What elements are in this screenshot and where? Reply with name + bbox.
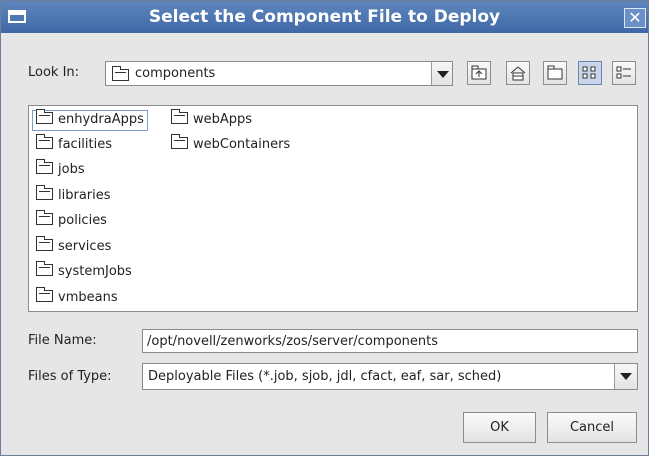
look-in-value: components [135, 66, 216, 81]
file-item-systemjobs[interactable]: systemJobs [32, 261, 136, 283]
up-one-level-button[interactable] [467, 61, 491, 85]
home-icon [510, 66, 526, 81]
details-view-icon [616, 66, 631, 79]
new-folder-icon [547, 65, 563, 80]
folder-icon [171, 134, 188, 149]
folder-icon [36, 109, 53, 124]
ok-button[interactable]: OK [463, 412, 536, 443]
file-name-input[interactable] [143, 330, 637, 352]
file-item-facilities[interactable]: facilities [32, 134, 116, 156]
home-button[interactable] [506, 61, 530, 85]
file-item-services[interactable]: services [32, 236, 115, 258]
close-button[interactable]: ✕ [624, 8, 646, 28]
folder-icon [36, 261, 53, 276]
file-type-value: Deployable Files (*.job, sjob, jdl, cfac… [148, 369, 502, 384]
list-view-icon [582, 66, 596, 79]
file-item-webcontainers[interactable]: webContainers [167, 134, 294, 156]
folder-icon [36, 185, 53, 200]
file-item-vmbeans[interactable]: vmbeans [32, 287, 122, 309]
file-name-field[interactable] [142, 329, 638, 353]
folder-icon [36, 236, 53, 251]
file-type-label: Files of Type: [28, 369, 112, 384]
file-chooser-dialog: Select the Component File to Deploy ✕ Lo… [0, 0, 649, 456]
up-one-level-icon [471, 65, 487, 80]
file-item-policies[interactable]: policies [32, 210, 111, 232]
file-item-jobs[interactable]: jobs [32, 159, 89, 181]
new-folder-button[interactable] [543, 61, 567, 85]
folder-icon [36, 134, 53, 149]
look-in-dropdown[interactable]: components [105, 61, 453, 86]
file-item-enhydraapps[interactable]: enhydraApps [32, 109, 148, 131]
chevron-down-icon[interactable] [614, 364, 637, 389]
folder-icon [171, 109, 188, 124]
details-view-button[interactable] [612, 61, 636, 85]
file-item-libraries[interactable]: libraries [32, 185, 115, 207]
folder-icon [36, 159, 53, 174]
file-name-label: File Name: [28, 333, 97, 348]
list-view-button[interactable] [578, 61, 602, 85]
file-type-dropdown[interactable]: Deployable Files (*.job, sjob, jdl, cfac… [142, 363, 638, 390]
folder-icon [36, 210, 53, 225]
title-bar[interactable]: Select the Component File to Deploy ✕ [1, 1, 648, 33]
folder-icon [36, 287, 53, 302]
cancel-button[interactable]: Cancel [547, 412, 637, 443]
file-list[interactable]: enhydraApps facilities jobs libraries po… [28, 105, 638, 312]
chevron-down-icon[interactable] [431, 62, 452, 85]
dialog-title: Select the Component File to Deploy [148, 7, 501, 27]
folder-icon [112, 66, 129, 81]
close-icon: ✕ [628, 8, 642, 27]
file-item-webapps[interactable]: webApps [167, 109, 256, 131]
look-in-label: Look In: [28, 65, 80, 80]
